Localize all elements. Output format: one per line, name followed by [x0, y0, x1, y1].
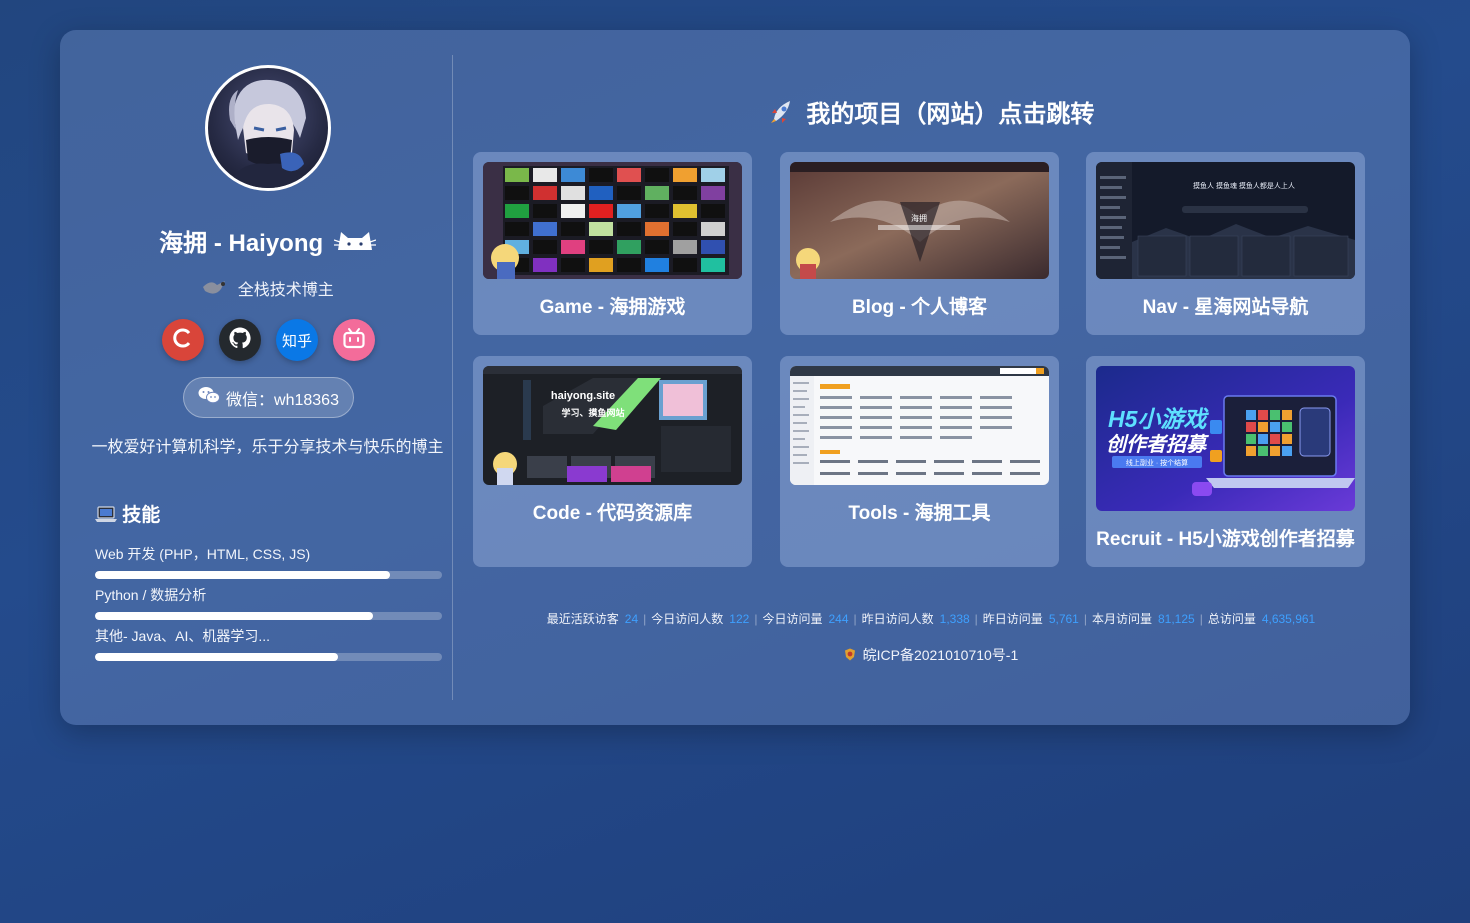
- nav-thumb-banner: 摸鱼人 摸鱼魂 摸鱼人都是人上人: [1193, 181, 1295, 190]
- stat-item: 本月访问量 81,125: [1092, 612, 1195, 626]
- project-card-tools[interactable]: Tools - 海拥工具: [780, 356, 1059, 567]
- profile-name-text: 海拥 - Haiyong: [159, 230, 324, 257]
- stat-separator: |: [853, 612, 857, 626]
- stat-value: 81,125: [1157, 612, 1195, 626]
- cat-icon: [333, 228, 377, 261]
- code-thumbnail: haiyong.site 学习、摸鱼网站: [483, 366, 742, 485]
- main-card: 海拥 - Haiyong 全栈技术博主 知乎 微信：wh18363 一枚爱好计算…: [60, 30, 1410, 725]
- skill-label: 其他- Java、AI、机器学习...: [95, 628, 271, 644]
- social-links: 知乎: [162, 319, 378, 361]
- stat-label: 今日访问量: [762, 612, 823, 626]
- project-name: Game - 海拥游戏: [539, 297, 686, 318]
- skill-label: Python / 数据分析: [95, 587, 207, 603]
- profile-name: 海拥 - Haiyong: [60, 223, 475, 261]
- skills-title: 技能: [122, 505, 161, 526]
- profile-bio: 一枚爱好计算机科学，乐于分享技术与快乐的博主: [91, 439, 444, 456]
- stat-separator: |: [754, 612, 758, 626]
- skill-bar-fill: [95, 612, 373, 620]
- game-thumbnail: [483, 162, 742, 279]
- stat-label: 总访问量: [1207, 612, 1256, 626]
- stat-label: 昨日访问量: [982, 612, 1043, 626]
- project-name: Nav - 星海网站导航: [1142, 297, 1309, 318]
- project-card-game[interactable]: Game - 海拥游戏: [473, 152, 752, 335]
- wechat-icon: [198, 386, 221, 409]
- project-card-blog[interactable]: 海拥 Blog - 个人博客: [780, 152, 1059, 335]
- stat-item: 今日访问量 244: [762, 612, 848, 626]
- stat-item: 今日访问人数 122: [651, 612, 749, 626]
- zhihu-icon: 知乎: [281, 332, 312, 350]
- column-divider: [452, 55, 453, 700]
- project-card-code[interactable]: haiyong.site 学习、摸鱼网站 Code - 代码资源库: [473, 356, 752, 567]
- skill-item: 其他- Java、AI、机器学习...: [95, 626, 442, 661]
- blog-thumbnail: 海拥: [790, 162, 1049, 279]
- stat-separator: |: [1199, 612, 1203, 626]
- stat-label: 本月访问量: [1091, 612, 1152, 626]
- stat-value: 244: [828, 612, 849, 626]
- recruit-thumb-line1: H5小游戏: [1108, 406, 1209, 432]
- stat-item: 昨日访问量 5,761: [983, 612, 1079, 626]
- recruit-thumbnail: H5小游戏 创作者招募 线上副业 · 按个结算: [1096, 366, 1355, 511]
- bilibili-icon: [342, 327, 366, 354]
- laptop-icon: [95, 505, 117, 529]
- skill-label: Web 开发 (PHP，HTML, CSS, JS): [95, 546, 311, 562]
- project-name: Code - 代码资源库: [532, 503, 693, 524]
- skill-bar: [95, 612, 442, 620]
- project-name: Blog - 个人博客: [851, 297, 988, 318]
- police-badge-icon: [844, 648, 856, 664]
- stat-value: 24: [624, 612, 639, 626]
- bilibili-button[interactable]: [333, 319, 375, 361]
- csdn-icon: [172, 327, 194, 354]
- skill-bar: [95, 653, 442, 661]
- blog-thumb-title: 海拥: [911, 213, 927, 223]
- github-icon: [228, 326, 252, 355]
- code-thumb-site: haiyong.site: [551, 390, 615, 402]
- stat-label: 最近活跃访客: [546, 612, 619, 626]
- avatar: [205, 65, 331, 191]
- zhihu-button[interactable]: 知乎: [276, 319, 318, 361]
- stat-value: 1,338: [939, 612, 970, 626]
- recruit-thumb-line2: 创作者招募: [1106, 433, 1209, 456]
- project-card-recruit[interactable]: H5小游戏 创作者招募 线上副业 · 按个结算 Recruit - H5小游戏创…: [1086, 356, 1365, 567]
- stat-separator: |: [974, 612, 978, 626]
- icp-text: 皖ICP备2021010710号-1: [862, 647, 1019, 663]
- icp-link[interactable]: 皖ICP备2021010710号-1: [452, 645, 1410, 665]
- stat-value: 4,635,961: [1261, 612, 1316, 626]
- stat-label: 今日访问人数: [651, 612, 724, 626]
- bird-icon: [201, 279, 229, 302]
- stat-value: 122: [729, 612, 750, 626]
- projects-title: 我的项目（网站）点击跳转: [806, 101, 1095, 128]
- github-button[interactable]: [219, 319, 261, 361]
- code-thumb-slogan: 学习、摸鱼网站: [561, 407, 624, 418]
- project-card-nav[interactable]: 摸鱼人 摸鱼魂 摸鱼人都是人上人 Nav - 星海网站导航: [1086, 152, 1365, 335]
- project-name: Recruit - H5小游戏创作者招募: [1096, 529, 1355, 550]
- csdn-button[interactable]: [162, 319, 204, 361]
- skill-bar-fill: [95, 571, 390, 579]
- stat-item: 总访问量 4,635,961: [1208, 612, 1315, 626]
- rocket-icon: [768, 97, 796, 132]
- recruit-thumb-sub: 线上副业 · 按个结算: [1126, 458, 1188, 467]
- project-name: Tools - 海拥工具: [848, 503, 991, 524]
- stat-label: 昨日访问人数: [861, 612, 934, 626]
- skills-heading: 技能: [95, 500, 160, 529]
- stat-separator: |: [643, 612, 647, 626]
- subtitle-text: 全栈技术博主: [237, 282, 334, 299]
- visitor-stats: 最近活跃访客 24 | 今日访问人数 122 | 今日访问量 244 | 昨日访问人数 1,338 |…: [452, 610, 1410, 627]
- profile-subtitle: 全栈技术博主: [60, 276, 475, 302]
- skill-bar-fill: [95, 653, 338, 661]
- tools-thumbnail: [790, 366, 1049, 485]
- skill-item: Web 开发 (PHP，HTML, CSS, JS): [95, 544, 442, 579]
- wechat-text: 微信：wh18363: [226, 391, 339, 409]
- stat-separator: |: [1083, 612, 1087, 626]
- stat-item: 昨日访问人数 1,338: [862, 612, 970, 626]
- nav-thumbnail: 摸鱼人 摸鱼魂 摸鱼人都是人上人: [1096, 162, 1355, 279]
- skill-bar: [95, 571, 442, 579]
- projects-heading: 我的项目（网站）点击跳转: [452, 94, 1410, 132]
- stat-item: 最近活跃访客 24: [547, 612, 638, 626]
- skill-item: Python / 数据分析: [95, 585, 442, 620]
- wechat-badge[interactable]: 微信：wh18363: [183, 377, 354, 418]
- stat-value: 5,761: [1048, 612, 1079, 626]
